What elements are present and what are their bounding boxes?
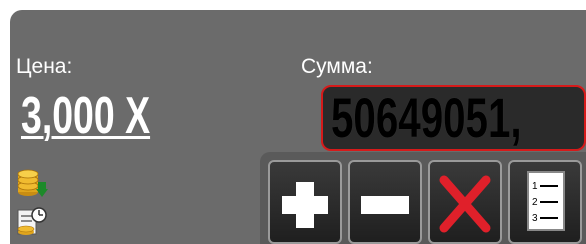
- sum-value: 50649051,: [331, 86, 522, 149]
- list-icon: 1 2 3: [527, 171, 565, 231]
- plus-button[interactable]: [268, 160, 342, 244]
- report-clock-icon[interactable]: [16, 206, 48, 244]
- price-label: Цена:: [16, 55, 73, 78]
- minus-button[interactable]: [348, 160, 422, 244]
- cross-icon: [439, 175, 491, 233]
- svg-text:1: 1: [532, 181, 538, 192]
- price-value[interactable]: 3,000 X: [21, 86, 150, 146]
- plus-icon: [282, 182, 328, 228]
- minus-icon: [361, 196, 409, 214]
- action-button-row: 1 2 3: [260, 152, 586, 244]
- svg-text:2: 2: [532, 197, 538, 208]
- list-button[interactable]: 1 2 3: [508, 160, 582, 244]
- delete-button[interactable]: [428, 160, 502, 244]
- calculator-panel: Цена: Сумма: 3,000 X 50649051, 1 2 3: [10, 10, 586, 244]
- sum-label: Сумма:: [301, 55, 373, 78]
- coins-down-icon[interactable]: [16, 162, 48, 205]
- svg-text:3: 3: [532, 213, 538, 224]
- sum-display[interactable]: 50649051,: [321, 85, 586, 151]
